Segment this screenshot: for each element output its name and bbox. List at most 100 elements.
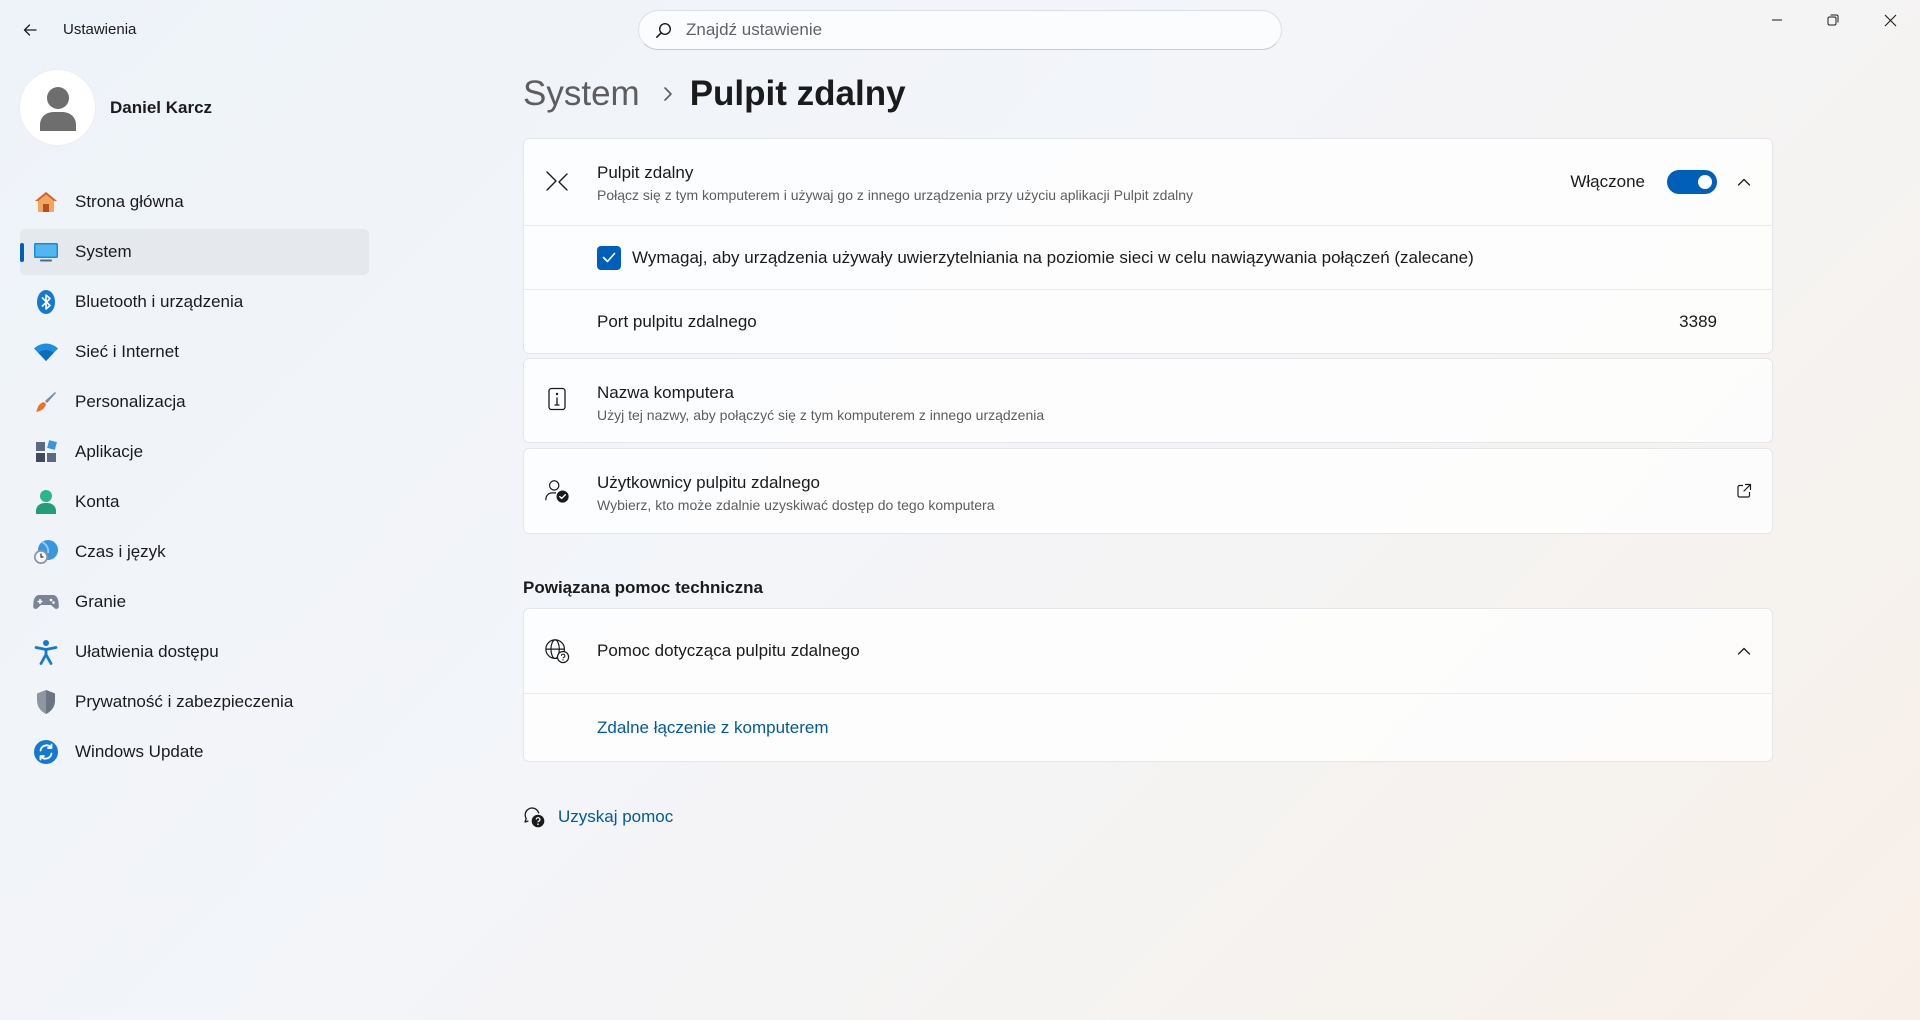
- related-help-title: Pomoc dotycząca pulpitu zdalnego: [597, 641, 860, 660]
- home-icon: [32, 188, 60, 216]
- remote-users-card[interactable]: Użytkownicy pulpitu zdalnego Wybierz, kt…: [523, 448, 1773, 534]
- related-help-header[interactable]: Pomoc dotycząca pulpitu zdalnego: [524, 609, 1772, 693]
- toggle-state-label: Włączone: [1570, 172, 1645, 191]
- close-icon: [1884, 14, 1896, 26]
- restore-icon: [1827, 14, 1839, 26]
- nla-checkbox[interactable]: [597, 245, 621, 270]
- title-bar: Ustawienia: [0, 0, 1920, 60]
- chevron-up-icon: [1737, 178, 1751, 186]
- remote-desktop-description: Połącz się z tym komputerem i używaj go …: [597, 187, 1194, 203]
- sidebar-item-label: Aplikacje: [75, 442, 144, 461]
- checkmark-icon: [602, 252, 616, 263]
- sidebar-item-label: Sieć i Internet: [75, 342, 179, 361]
- computer-name-card[interactable]: Nazwa komputera Użyj tej nazwy, aby połą…: [523, 358, 1773, 443]
- remote-desktop-toggle[interactable]: [1667, 170, 1717, 194]
- remote-users-text: Użytkownicy pulpitu zdalnego Wybierz, kt…: [597, 473, 995, 513]
- sidebar-item-label: Bluetooth i urządzenia: [75, 292, 244, 311]
- get-help-link[interactable]: Uzyskaj pomoc: [558, 807, 673, 827]
- collapse-button[interactable]: [1730, 168, 1758, 196]
- port-row: Port pulpitu zdalnego 3389: [524, 289, 1772, 353]
- sidebar-item-time-language[interactable]: Czas i język: [20, 529, 369, 575]
- computer-name-row: Nazwa komputera Użyj tej nazwy, aby połą…: [524, 359, 1772, 442]
- open-external-button[interactable]: [1730, 477, 1758, 505]
- shield-icon: [32, 688, 60, 716]
- avatar: [20, 70, 95, 145]
- sidebar-item-home[interactable]: Strona główna: [20, 179, 369, 225]
- minimize-icon: [1772, 19, 1782, 21]
- remote-desktop-icon: [544, 169, 570, 195]
- remote-desktop-title: Pulpit zdalny: [597, 163, 694, 182]
- bluetooth-icon: [32, 288, 60, 316]
- computer-name-text: Nazwa komputera Użyj tej nazwy, aby połą…: [597, 383, 1044, 423]
- sidebar-item-label: Windows Update: [75, 742, 204, 761]
- user-avatar-icon: [39, 86, 76, 131]
- apps-icon: [32, 438, 60, 466]
- computer-name-description: Użyj tej nazwy, aby połączyć się z tym k…: [597, 407, 1045, 423]
- gamepad-icon: [32, 588, 60, 616]
- breadcrumb-parent[interactable]: System: [523, 74, 640, 114]
- sidebar-item-label: Konta: [75, 492, 120, 511]
- help-chat-icon: [524, 807, 545, 828]
- collapse-help-button[interactable]: [1730, 637, 1758, 665]
- sidebar-item-privacy[interactable]: Prywatność i zabezpieczenia: [20, 679, 369, 725]
- remote-connect-link[interactable]: Zdalne łączenie z komputerem: [597, 718, 829, 738]
- sidebar-item-gaming[interactable]: Granie: [20, 579, 369, 625]
- minimize-button[interactable]: [1749, 0, 1805, 40]
- sidebar-item-accessibility[interactable]: Ułatwienia dostępu: [20, 629, 369, 675]
- time-language-icon: [32, 538, 60, 566]
- globe-help-icon: [544, 638, 570, 664]
- brush-icon: [32, 388, 60, 416]
- port-value: 3389: [1679, 311, 1717, 331]
- related-help-heading: Powiązana pomoc techniczna: [523, 578, 763, 597]
- sidebar-nav: Strona główna System Bluetooth i urządze…: [20, 179, 369, 779]
- sidebar-item-personalization[interactable]: Personalizacja: [20, 379, 369, 425]
- user-check-icon: [544, 478, 570, 504]
- sidebar-item-label: Personalizacja: [75, 392, 186, 411]
- remote-users-row: Użytkownicy pulpitu zdalnego Wybierz, kt…: [524, 449, 1772, 533]
- open-external-icon: [1737, 483, 1752, 498]
- sidebar-item-apps[interactable]: Aplikacje: [20, 429, 369, 475]
- sidebar-item-label: Ułatwienia dostępu: [75, 642, 219, 661]
- related-help-link-row: Zdalne łączenie z komputerem: [524, 693, 1772, 761]
- sidebar-item-network[interactable]: Sieć i Internet: [20, 329, 369, 375]
- user-profile[interactable]: Daniel Karcz: [20, 70, 212, 145]
- remote-desktop-header[interactable]: Pulpit zdalny Połącz się z tym komputere…: [524, 139, 1772, 225]
- sidebar-item-label: Czas i język: [75, 542, 166, 561]
- breadcrumb: System Pulpit zdalny: [523, 70, 906, 118]
- chevron-right-icon: [662, 85, 674, 103]
- remote-desktop-text: Pulpit zdalny Połącz się z tym komputere…: [597, 163, 1193, 203]
- wifi-icon: [32, 338, 60, 366]
- computer-name-title: Nazwa komputera: [597, 383, 735, 402]
- restore-button[interactable]: [1805, 0, 1861, 40]
- port-label: Port pulpitu zdalnego: [597, 311, 757, 331]
- sidebar-item-accounts[interactable]: Konta: [20, 479, 369, 525]
- user-name: Daniel Karcz: [110, 97, 213, 117]
- get-help: Uzyskaj pomoc: [523, 803, 673, 831]
- sidebar-item-bluetooth[interactable]: Bluetooth i urządzenia: [20, 279, 369, 325]
- search-icon: [656, 22, 672, 38]
- remote-users-description: Wybierz, kto może zdalnie uzyskiwać dost…: [597, 497, 995, 513]
- remote-desktop-card: Pulpit zdalny Połącz się z tym komputere…: [523, 138, 1773, 354]
- search-box[interactable]: [638, 10, 1282, 50]
- remote-users-title: Użytkownicy pulpitu zdalnego: [597, 473, 821, 492]
- accessibility-icon: [32, 638, 60, 666]
- sidebar-item-system[interactable]: System: [20, 229, 369, 275]
- back-button[interactable]: [14, 16, 46, 44]
- sidebar-item-label: Granie: [75, 592, 127, 611]
- app-title: Ustawienia: [63, 21, 137, 38]
- remote-desktop-toggle-group: Włączone: [1570, 170, 1717, 194]
- sidebar-item-label: Strona główna: [75, 192, 184, 211]
- close-button[interactable]: [1862, 0, 1918, 40]
- sidebar-item-windows-update[interactable]: Windows Update: [20, 729, 369, 775]
- system-icon: [32, 238, 60, 266]
- arrow-left-icon: [23, 24, 37, 36]
- chevron-up-icon: [1737, 647, 1751, 655]
- page-title: Pulpit zdalny: [689, 74, 906, 113]
- windows-update-icon: [32, 738, 60, 766]
- pc-info-icon: [544, 387, 570, 413]
- nla-row: Wymagaj, aby urządzenia używały uwierzyt…: [524, 225, 1772, 289]
- account-icon: [32, 488, 60, 516]
- nla-label: Wymagaj, aby urządzenia używały uwierzyt…: [632, 247, 1474, 267]
- sidebar-item-label: System: [75, 242, 132, 261]
- search-input[interactable]: [686, 11, 1281, 49]
